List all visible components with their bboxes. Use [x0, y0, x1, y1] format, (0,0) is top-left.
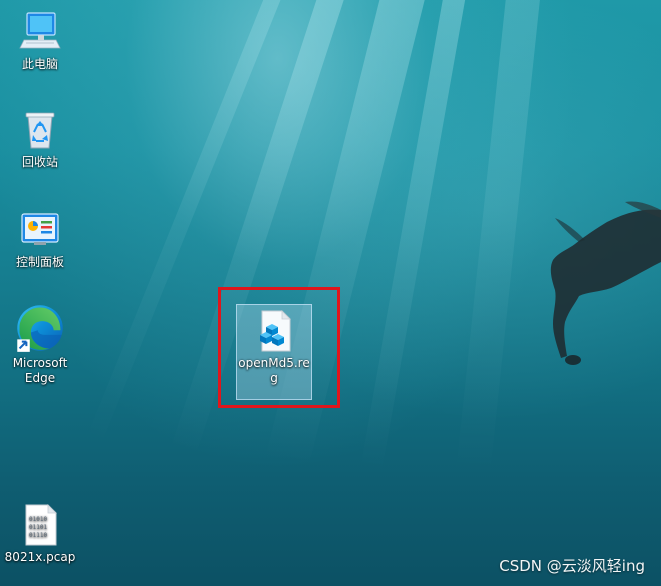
desktop-icon-pcap-file[interactable]: 01010 01101 01110 8021x.pcap: [1, 503, 79, 565]
pcap-file-icon: 01010 01101 01110: [25, 504, 57, 546]
desktop-icon-recycle-bin[interactable]: 回收站: [1, 108, 79, 170]
desktop-icon-label: 8021x.pcap: [4, 550, 76, 564]
desktop-icon-label: 控制面板: [15, 255, 64, 269]
light-ray: [455, 0, 544, 479]
annotation-highlight-frame: [218, 287, 340, 408]
svg-text:01010: 01010: [29, 516, 47, 523]
wallpaper-swimmer: [550, 201, 661, 365]
edge-icon: [17, 305, 63, 352]
desktop-icon-label: Microsoft Edge: [12, 356, 68, 385]
control-panel-icon: [21, 213, 59, 245]
desktop-icon-control-panel[interactable]: 控制面板: [1, 208, 79, 270]
desktop-icon-label: 回收站: [21, 155, 58, 169]
desktop-icon-this-pc[interactable]: 此电脑: [1, 10, 79, 72]
svg-text:01110: 01110: [29, 532, 47, 539]
watermark: CSDN @云淡风轻ing: [499, 557, 645, 575]
svg-text:01101: 01101: [29, 524, 47, 531]
desktop-icon-label: 此电脑: [21, 57, 58, 71]
this-pc-icon: [19, 12, 61, 49]
desktop-icon-edge[interactable]: Microsoft Edge: [1, 303, 79, 386]
desktop[interactable]: 此电脑 回收站 控制面板 Microsoft Edge 01010 01101 …: [0, 0, 661, 586]
recycle-bin-icon: [25, 112, 55, 149]
